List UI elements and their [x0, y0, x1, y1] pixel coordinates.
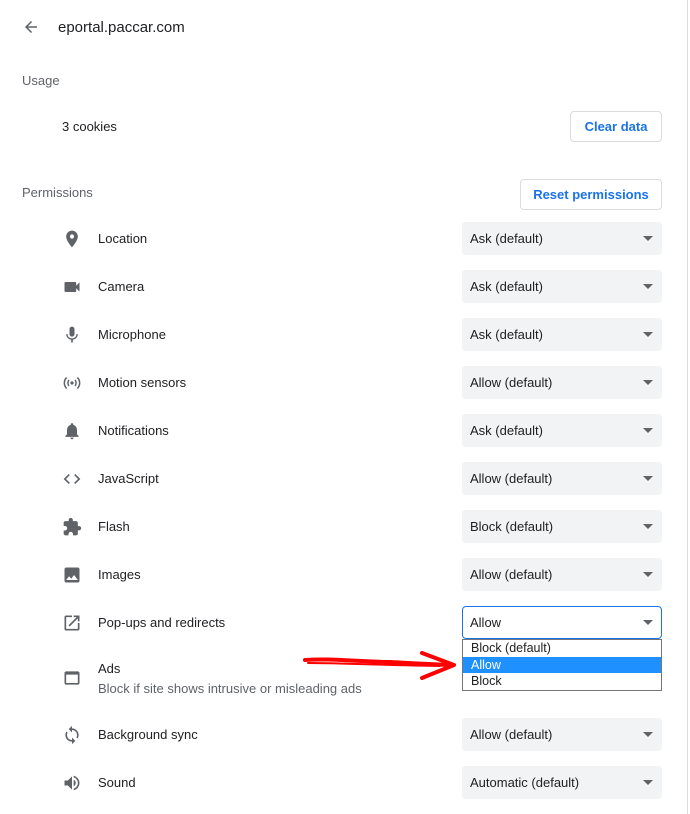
permission-label-popups: Pop-ups and redirects: [98, 615, 226, 630]
permission-row-sound: Sound Automatic (default): [0, 759, 687, 807]
chevron-down-icon: [643, 236, 653, 241]
image-icon: [62, 565, 82, 585]
permission-label-microphone: Microphone: [98, 327, 166, 342]
chevron-down-icon: [643, 732, 653, 737]
background-sync-select[interactable]: Allow (default): [462, 718, 662, 751]
images-select-value: Allow (default): [470, 567, 553, 582]
page-right-border: [687, 0, 688, 814]
popups-select[interactable]: Allow: [462, 606, 662, 639]
notifications-select-value: Ask (default): [470, 423, 543, 438]
permission-row-notifications: Notifications Ask (default): [0, 407, 687, 455]
location-select-value: Ask (default): [470, 231, 543, 246]
ads-window-icon: [62, 668, 82, 688]
images-select[interactable]: Allow (default): [462, 558, 662, 591]
red-annotation-arrow: [303, 651, 456, 680]
reset-permissions-button[interactable]: Reset permissions: [520, 179, 662, 210]
flash-select-value: Block (default): [470, 519, 554, 534]
motion-sensors-select-value: Allow (default): [470, 375, 553, 390]
flash-select[interactable]: Block (default): [462, 510, 662, 543]
permission-label-javascript: JavaScript: [98, 471, 159, 486]
chevron-down-icon: [643, 332, 653, 337]
chevron-down-icon: [643, 572, 653, 577]
chevron-down-icon: [643, 476, 653, 481]
dropdown-option-block-default[interactable]: Block (default): [463, 640, 661, 657]
javascript-select[interactable]: Allow (default): [462, 462, 662, 495]
permission-label-motion-sensors: Motion sensors: [98, 375, 187, 390]
dropdown-option-allow[interactable]: Allow: [463, 656, 661, 673]
javascript-select-value: Allow (default): [470, 471, 553, 486]
microphone-select-value: Ask (default): [470, 327, 543, 342]
sound-select[interactable]: Automatic (default): [462, 766, 662, 799]
permission-label-background-sync: Background sync: [98, 727, 198, 742]
permission-row-images: Images Allow (default): [0, 551, 687, 599]
cookies-count: 3 cookies: [62, 119, 117, 134]
chevron-down-icon: [643, 380, 653, 385]
microphone-select[interactable]: Ask (default): [462, 318, 662, 351]
permission-label-notifications: Notifications: [98, 423, 169, 438]
chevron-down-icon: [643, 284, 653, 289]
camera-select-value: Ask (default): [470, 279, 543, 294]
permission-row-microphone: Microphone Ask (default): [0, 311, 687, 359]
sync-icon: [62, 725, 82, 745]
puzzle-icon: [62, 517, 82, 537]
code-icon: [62, 469, 82, 489]
location-select[interactable]: Ask (default): [462, 222, 662, 255]
permission-label-location: Location: [98, 231, 148, 246]
chevron-down-icon: [643, 428, 653, 433]
arrow-back-icon: [25, 21, 37, 33]
site-settings-header: eportal.paccar.com: [0, 0, 687, 56]
popups-dropdown-list: Block (default) Allow Block: [462, 639, 662, 691]
permission-row-javascript: JavaScript Allow (default): [0, 455, 687, 503]
dropdown-option-block[interactable]: Block: [463, 673, 661, 690]
background-sync-select-value: Allow (default): [470, 727, 553, 742]
permission-label-sound: Sound: [98, 775, 136, 790]
notifications-select[interactable]: Ask (default): [462, 414, 662, 447]
back-button[interactable]: [18, 14, 44, 40]
site-title: eportal.paccar.com: [58, 19, 185, 36]
camera-select[interactable]: Ask (default): [462, 270, 662, 303]
usage-section-label: Usage: [22, 73, 60, 88]
permission-row-background-sync: Background sync Allow (default): [0, 711, 687, 759]
permission-row-camera: Camera Ask (default): [0, 263, 687, 311]
chevron-down-icon: [643, 620, 653, 625]
permission-label-ads: Ads: [98, 661, 121, 676]
location-pin-icon: [62, 229, 82, 249]
permissions-section-label: Permissions: [22, 185, 93, 200]
microphone-icon: [62, 325, 82, 345]
chevron-down-icon: [643, 524, 653, 529]
bell-icon: [62, 421, 82, 441]
motion-sensors-select[interactable]: Allow (default): [462, 366, 662, 399]
chevron-down-icon: [643, 780, 653, 785]
sound-select-value: Automatic (default): [470, 775, 580, 790]
permission-label-camera: Camera: [98, 279, 145, 294]
open-in-new-icon: [62, 613, 82, 633]
permission-label-images: Images: [98, 567, 141, 582]
speaker-icon: [62, 773, 82, 793]
permission-row-location: Location Ask (default): [0, 215, 687, 263]
motion-sensors-icon: [62, 373, 82, 393]
permission-label-flash: Flash: [98, 519, 130, 534]
camera-icon: [62, 277, 82, 297]
clear-data-button[interactable]: Clear data: [570, 111, 662, 142]
permission-row-motion-sensors: Motion sensors Allow (default): [0, 359, 687, 407]
permission-row-flash: Flash Block (default): [0, 503, 687, 551]
popups-select-value: Allow: [470, 615, 502, 630]
